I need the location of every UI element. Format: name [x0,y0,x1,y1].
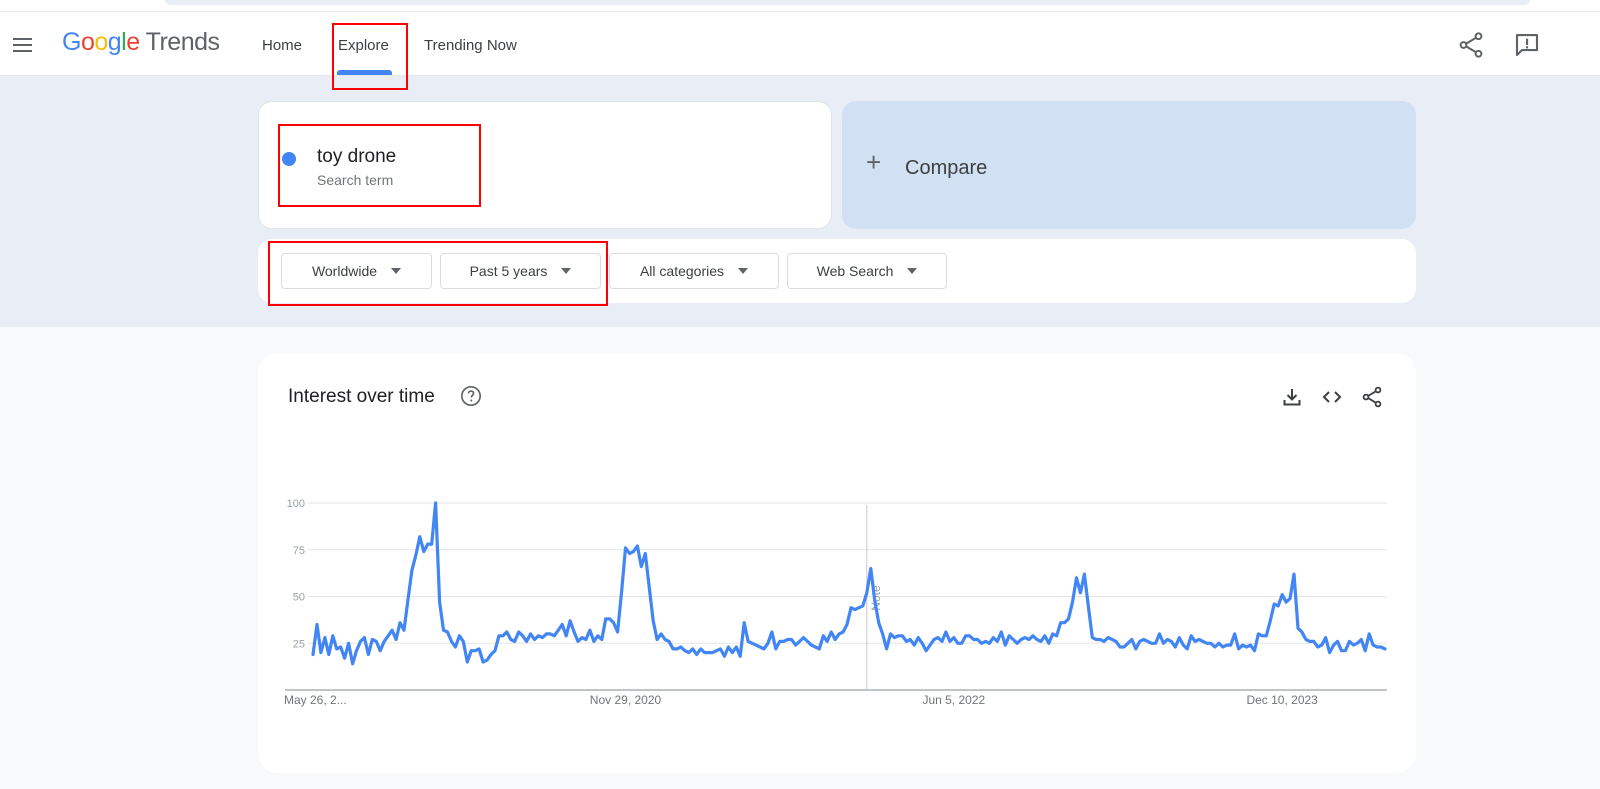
x-tick-label: Dec 10, 2023 [1246,693,1318,707]
interest-over-time-chart: 255075100NoteMay 26, 2... Nov 29, 2020 Jun… [284,498,1387,707]
x-tick-label: May 26, 2... [284,693,347,707]
x-tick-label: Nov 29, 2020 [590,693,662,707]
y-tick-label: 100 [287,498,305,510]
y-tick-label: 75 [293,545,305,557]
x-tick-label: Jun 5, 2022 [922,693,985,707]
y-tick-label: 25 [293,638,305,650]
y-tick-label: 50 [293,592,305,604]
series-line [311,501,1387,666]
